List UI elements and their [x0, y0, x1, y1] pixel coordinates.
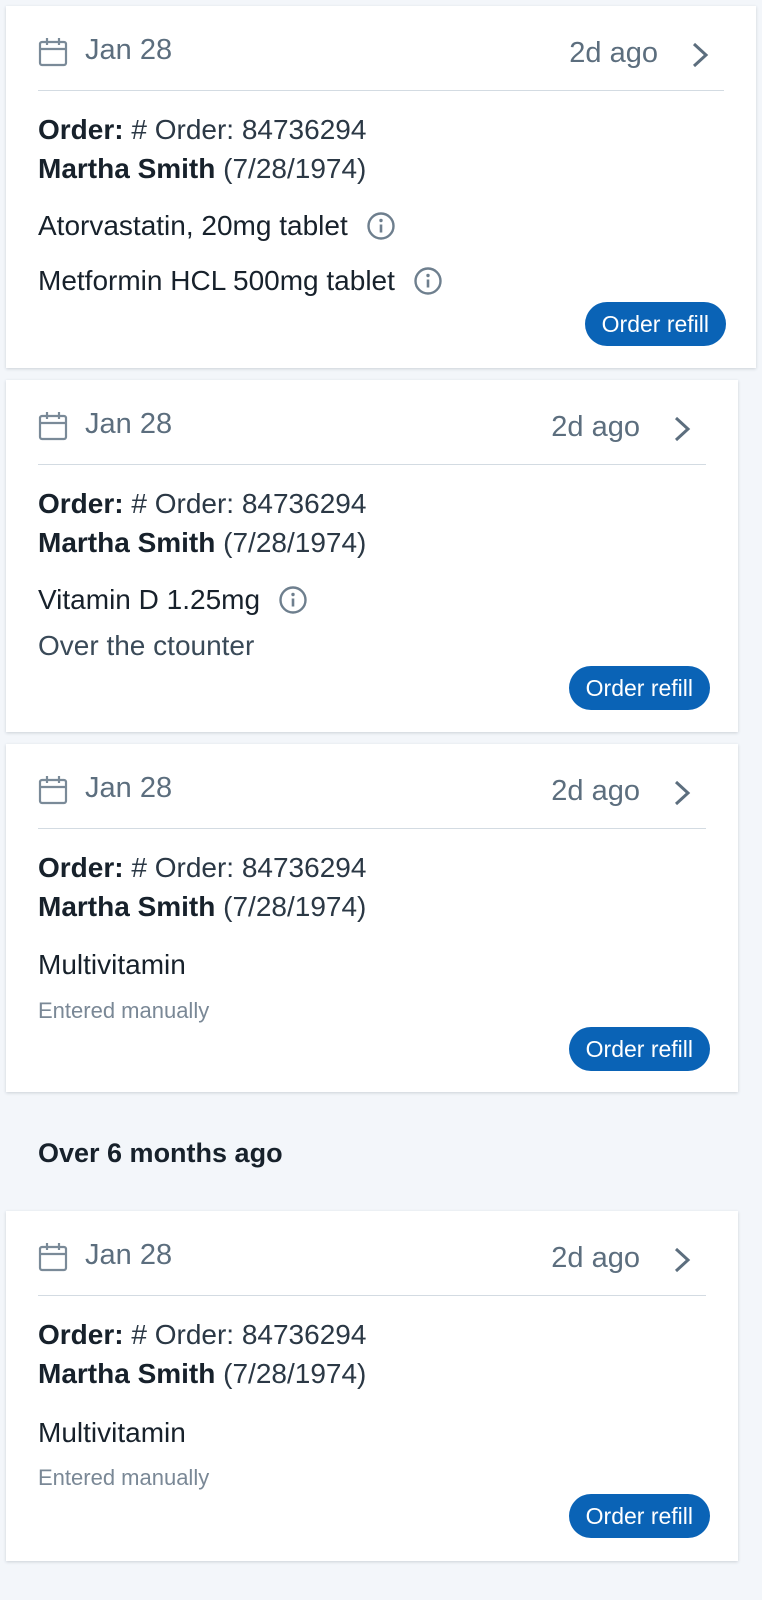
order-refill-button[interactable]: Order refill — [568, 1027, 710, 1071]
order-number: Order: # Order: 84736294 — [38, 488, 366, 520]
order-number: Order: # Order: 84736294 — [38, 1319, 366, 1351]
medication-name: Metformin HCL 500mg tablet — [38, 265, 395, 296]
chevron-right-icon[interactable] — [672, 1247, 692, 1273]
order-label: Order: — [38, 852, 124, 883]
medication-name: Atorvastatin, 20mg tablet — [38, 210, 348, 241]
patient-dob: (7/28/1974) — [223, 891, 367, 922]
medication-item: Vitamin D 1.25mg — [38, 584, 308, 616]
patient-name: Martha Smith — [38, 891, 216, 922]
card-header: Jan 28 2d ago — [38, 6, 724, 91]
chevron-right-icon[interactable] — [672, 416, 692, 442]
order-date: Jan 28 — [85, 772, 173, 804]
patient-name: Martha Smith — [38, 1358, 216, 1389]
info-icon[interactable] — [278, 585, 308, 615]
medication-note: Over the ctounter — [38, 630, 255, 661]
order-value: # Order: 84736294 — [131, 852, 367, 883]
relative-time: 2d ago — [569, 37, 658, 69]
patient-dob: (7/28/1974) — [223, 1358, 367, 1389]
info-icon[interactable] — [366, 211, 396, 241]
order-label: Order: — [38, 114, 124, 145]
patient-info: Martha Smith (7/28/1974) — [38, 153, 366, 185]
relative-time: 2d ago — [551, 411, 640, 443]
patient-dob: (7/28/1974) — [223, 527, 367, 558]
medication-item: Multivitamin — [38, 949, 186, 981]
chevron-right-icon[interactable] — [672, 780, 692, 806]
medication-item: Atorvastatin, 20mg tablet — [38, 210, 396, 242]
info-icon[interactable] — [413, 266, 443, 296]
order-value: # Order: 84736294 — [131, 488, 367, 519]
calendar-icon — [38, 38, 68, 67]
medication-name: Vitamin D 1.25mg — [38, 584, 261, 615]
order-date: Jan 28 — [85, 408, 173, 440]
order-card[interactable]: Jan 28 2d ago Order: # Order: 84736294 M… — [6, 1211, 738, 1561]
order-refill-button[interactable]: Order refill — [568, 666, 710, 710]
order-card[interactable]: Jan 28 2d ago Order: # Order: 84736294 M… — [6, 6, 756, 368]
order-value: # Order: 84736294 — [131, 114, 367, 145]
patient-info: Martha Smith (7/28/1974) — [38, 1358, 366, 1390]
relative-time: 2d ago — [551, 1242, 640, 1274]
calendar-icon — [38, 776, 68, 805]
order-card[interactable]: Jan 28 2d ago Order: # Order: 84736294 M… — [6, 744, 738, 1092]
chevron-right-icon[interactable] — [690, 42, 710, 68]
patient-info: Martha Smith (7/28/1974) — [38, 891, 366, 923]
patient-name: Martha Smith — [38, 153, 216, 184]
patient-dob: (7/28/1974) — [223, 153, 367, 184]
card-header: Jan 28 2d ago — [38, 744, 706, 829]
relative-time: 2d ago — [551, 775, 640, 807]
order-date: Jan 28 — [85, 34, 173, 66]
medication-item: Multivitamin — [38, 1417, 186, 1449]
order-number: Order: # Order: 84736294 — [38, 852, 366, 884]
medication-source: Entered manually — [38, 1465, 210, 1490]
order-number: Order: # Order: 84736294 — [38, 114, 366, 146]
section-header: Over 6 months ago — [6, 1098, 756, 1210]
calendar-icon — [38, 412, 68, 441]
card-header: Jan 28 2d ago — [38, 1211, 706, 1296]
patient-info: Martha Smith (7/28/1974) — [38, 527, 366, 559]
medication-item: Metformin HCL 500mg tablet — [38, 265, 443, 297]
section-title: Over 6 months ago — [38, 1138, 283, 1168]
medication-name: Multivitamin — [38, 949, 186, 980]
order-date: Jan 28 — [85, 1239, 173, 1271]
order-value: # Order: 84736294 — [131, 1319, 367, 1350]
card-header: Jan 28 2d ago — [38, 380, 706, 465]
order-refill-button[interactable]: Order refill — [568, 1494, 710, 1538]
medication-source: Entered manually — [38, 998, 210, 1023]
order-card[interactable]: Jan 28 2d ago Order: # Order: 84736294 M… — [6, 380, 738, 732]
medication-name: Multivitamin — [38, 1417, 186, 1448]
calendar-icon — [38, 1243, 68, 1272]
patient-name: Martha Smith — [38, 527, 216, 558]
order-label: Order: — [38, 488, 124, 519]
order-refill-button[interactable]: Order refill — [584, 302, 726, 346]
order-label: Order: — [38, 1319, 124, 1350]
